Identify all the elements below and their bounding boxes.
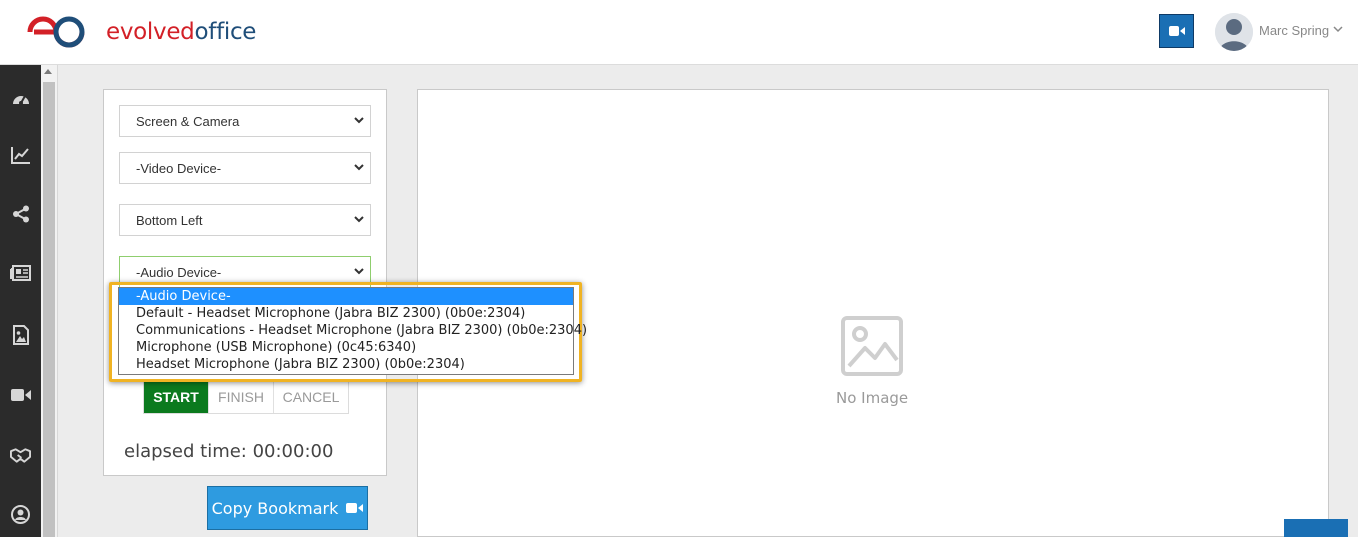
recording-controls: START FINISH CANCEL	[143, 379, 349, 414]
analytics-icon[interactable]	[10, 144, 31, 165]
start-button[interactable]: START	[144, 380, 208, 413]
scroll-up-arrow-icon[interactable]	[44, 69, 52, 74]
elapsed-time: elapsed time: 00:00:00	[124, 441, 334, 462]
scrollbar-thumb[interactable]	[43, 82, 55, 537]
copy-bookmark-label: Copy Bookmark	[211, 498, 339, 518]
cancel-button[interactable]: CANCEL	[273, 380, 348, 413]
user-avatar-icon	[1215, 13, 1253, 51]
audio-option[interactable]: Communications - Headset Microphone (Jab…	[119, 322, 587, 339]
avatar[interactable]	[1215, 13, 1253, 51]
video-record-button[interactable]	[1159, 14, 1194, 48]
video-device-value: -Video Device-	[136, 160, 222, 176]
image-file-icon[interactable]	[10, 324, 31, 345]
chevron-down-icon	[354, 268, 364, 275]
video-camera-icon[interactable]	[10, 384, 31, 405]
chevron-down-icon	[354, 216, 364, 223]
copy-bookmark-button[interactable]: Copy Bookmark	[207, 486, 368, 530]
handshake-icon[interactable]	[10, 444, 31, 465]
chevron-down-icon	[354, 164, 364, 171]
capture-mode-select[interactable]: Screen & Camera	[119, 105, 371, 137]
user-circle-icon[interactable]	[10, 504, 31, 525]
user-name[interactable]: Marc Spring	[1259, 23, 1329, 38]
brand-logo[interactable]: evolvedoffice	[26, 14, 256, 50]
audio-option[interactable]: Microphone (USB Microphone) (0c45:6340)	[119, 339, 573, 356]
newspaper-icon[interactable]	[10, 262, 31, 283]
capture-mode-value: Screen & Camera	[136, 113, 240, 129]
chevron-down-icon	[354, 117, 364, 124]
audio-option[interactable]: Default - Headset Microphone (Jabra BIZ …	[119, 305, 573, 322]
audio-device-options: -Audio Device- Default - Headset Microph…	[118, 287, 587, 375]
camera-position-value: Bottom Left	[136, 212, 203, 228]
audio-option[interactable]: Headset Microphone (Jabra BIZ 2300) (0b0…	[119, 356, 573, 373]
image-placeholder-icon	[841, 316, 903, 376]
finish-button[interactable]: FINISH	[208, 380, 273, 413]
video-camera-icon	[1168, 26, 1185, 36]
no-image-label: No Image	[836, 389, 909, 407]
video-device-select[interactable]: -Video Device-	[119, 152, 371, 184]
top-header: evolvedoffice Marc Spring	[0, 0, 1358, 65]
share-icon[interactable]	[10, 203, 31, 224]
logo-mark-icon	[27, 16, 85, 48]
video-camera-icon	[346, 503, 364, 513]
left-sidebar	[0, 65, 41, 537]
chevron-down-icon[interactable]	[1333, 26, 1343, 33]
audio-option[interactable]: -Audio Device-	[119, 288, 573, 305]
camera-position-select[interactable]: Bottom Left	[119, 204, 371, 236]
scroll-to-top-button[interactable]	[1284, 519, 1348, 537]
audio-device-value: -Audio Device-	[136, 264, 222, 280]
brand-name: evolvedoffice	[106, 19, 257, 45]
dashboard-icon[interactable]	[10, 87, 31, 108]
